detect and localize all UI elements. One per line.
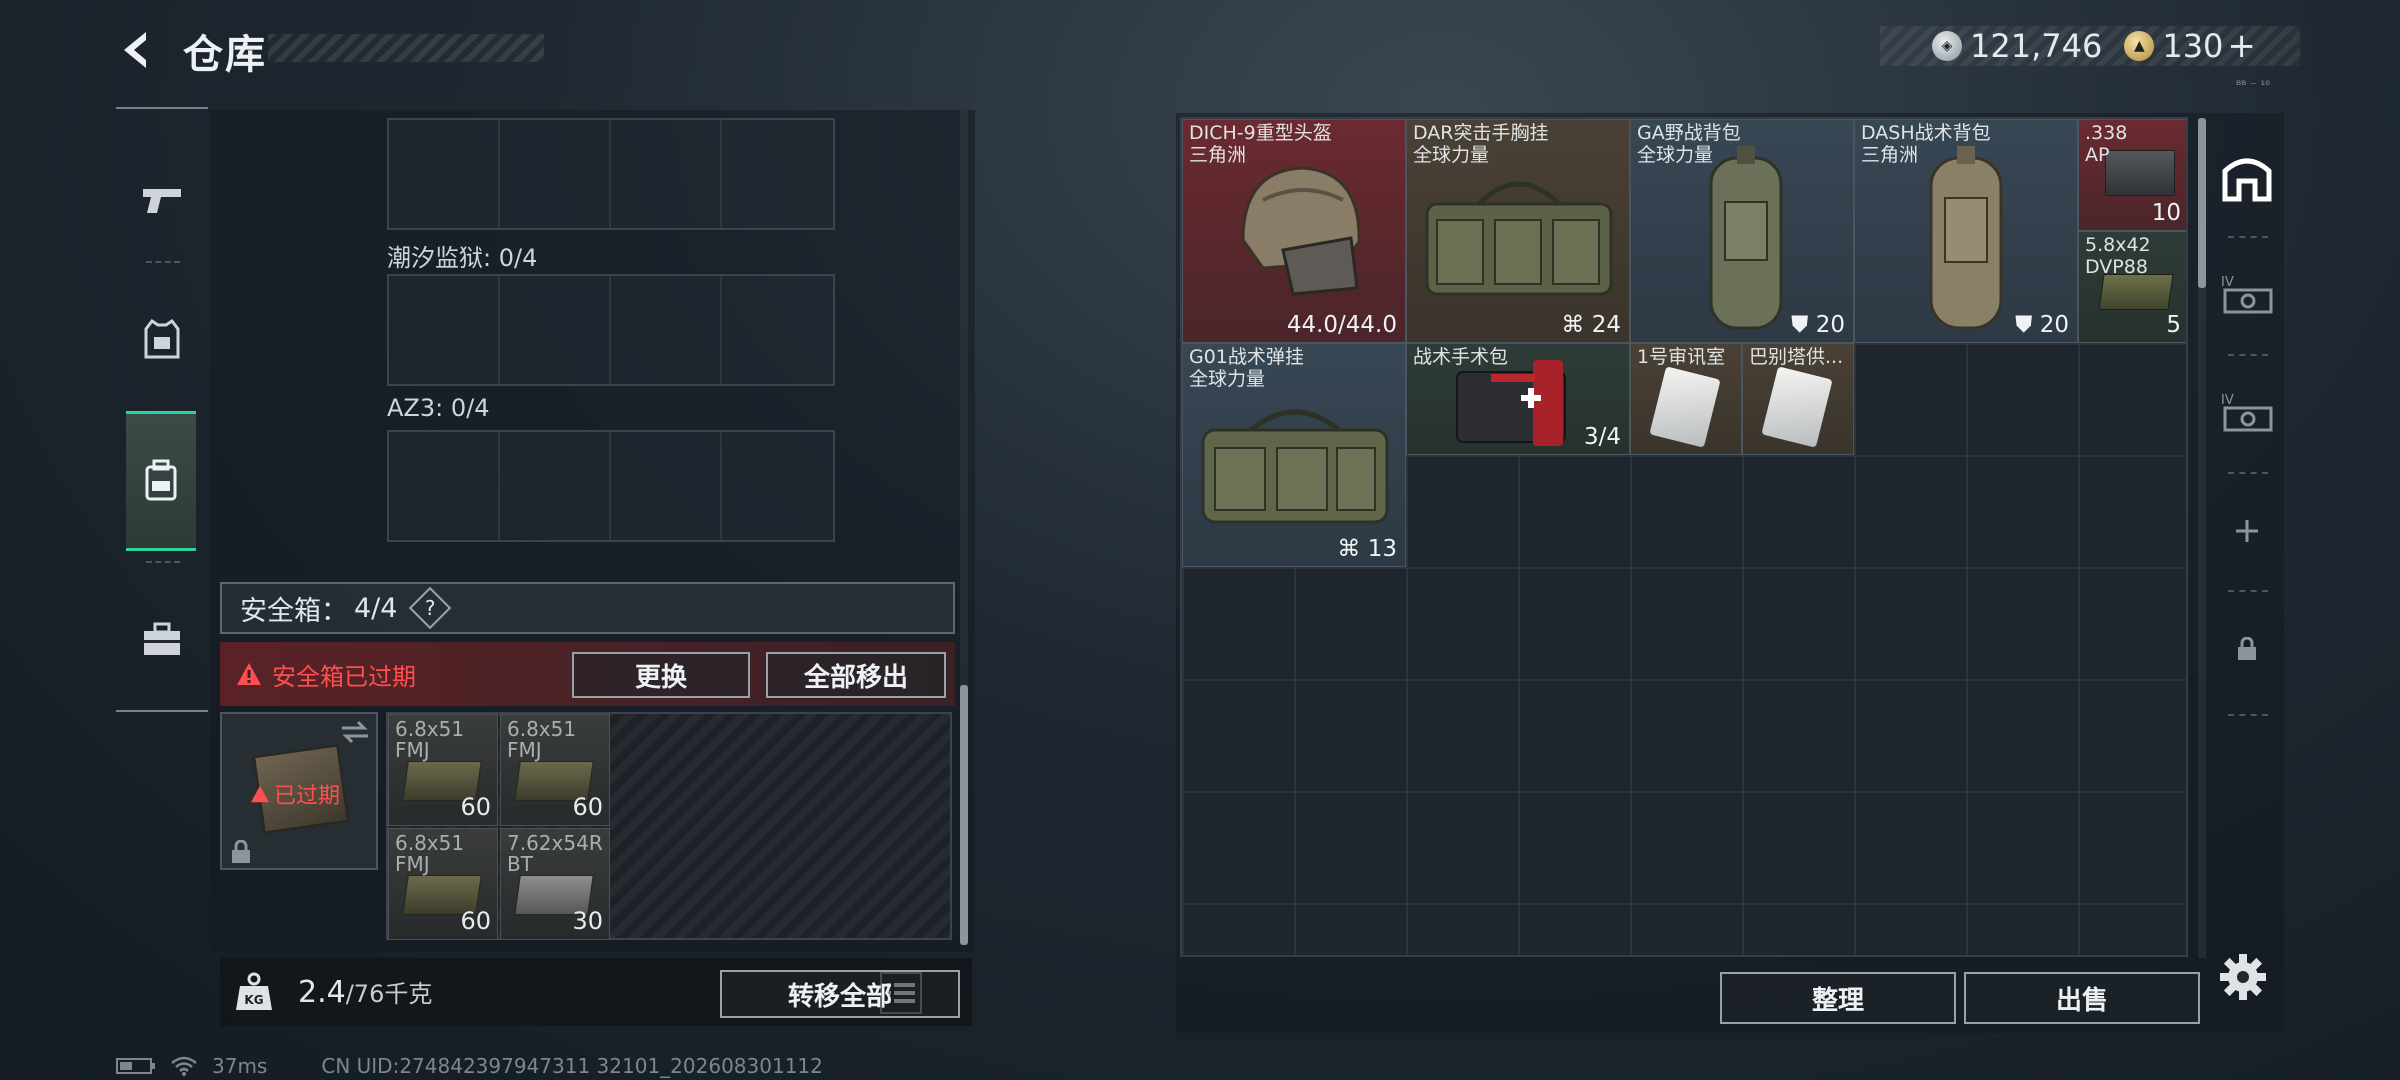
capacity-label: ⛊ 20 <box>1791 312 1845 338</box>
extension-box-icon: IV <box>2221 275 2273 314</box>
settings-button[interactable] <box>2218 952 2268 1002</box>
warehouse-item-tactical-backpack[interactable]: DASH战术背包 三角洲 ⛊ 20 <box>1854 119 2078 343</box>
safebox-grid: 6.8x51 FMJ 60 6.8x51 FMJ 60 6.8x51 FMJ 60 7… <box>386 712 952 940</box>
extension-box-icon: IV <box>2221 393 2273 432</box>
pistol-icon <box>143 189 181 213</box>
currency-bar: ◈ 121,746 ▲ 130 + <box>1880 26 2300 66</box>
warehouse-item-field-backpack[interactable]: GA野战背包 全球力量 ⛊ 20 <box>1630 119 1854 343</box>
warehouse-icon <box>2222 158 2272 202</box>
loadout-scroll-thumb[interactable] <box>960 685 968 945</box>
battery-icon <box>116 1058 155 1074</box>
safebox-count: 4/4 <box>354 592 398 624</box>
warehouse-tabs: IV IV <box>2210 118 2284 718</box>
silver-coin-icon: ◈ <box>1932 31 1962 61</box>
remove-all-button[interactable]: 全部移出 <box>766 652 946 698</box>
back-button[interactable] <box>112 20 162 80</box>
backpack-image <box>1929 146 2003 330</box>
backpack-image <box>1709 146 1783 330</box>
safebox-header: 安全箱： 4/4 ? <box>220 582 955 634</box>
ping-value: 37ms <box>212 1054 268 1078</box>
warehouse-scroll-thumb[interactable] <box>2198 118 2206 288</box>
slot-grid-tidal-prison[interactable] <box>387 274 835 386</box>
toolbox-icon <box>144 622 180 655</box>
side-nav <box>116 107 208 712</box>
ammo-item[interactable]: 6.8x51 FMJ 60 <box>500 714 610 826</box>
backpack-icon <box>145 459 177 501</box>
gear-icon <box>2220 954 2266 1000</box>
transfer-all-button[interactable]: 转移全部 <box>720 970 960 1018</box>
capacity-label: ⛊ 20 <box>2015 312 2069 338</box>
gold-coin-icon: ▲ <box>2124 31 2155 61</box>
warning-icon <box>237 663 261 685</box>
svg-text:IV: IV <box>2221 275 2234 290</box>
weight-bar: KG 2.4/76千克 转移全部 <box>220 958 972 1026</box>
status-line: 37ms CN UID:274842397947311 32101_202608… <box>116 1054 823 1078</box>
sell-button[interactable]: 出售 <box>1964 972 2200 1024</box>
add-currency-button[interactable]: + <box>2227 26 2256 66</box>
replace-button[interactable]: 更换 <box>572 652 750 698</box>
warehouse-item-surgical-kit[interactable]: 战术手术包 3/4 <box>1406 343 1630 455</box>
tab-extension-1[interactable]: IV <box>2210 236 2284 354</box>
page-title: 仓库 <box>183 32 267 78</box>
tab-main-warehouse[interactable] <box>2210 118 2284 236</box>
capacity-label: ⌘ 13 <box>1337 536 1397 562</box>
armor-vest-icon <box>144 318 180 359</box>
title-decoration <box>268 34 544 62</box>
plus-icon <box>2236 520 2258 542</box>
nav-containers[interactable] <box>126 411 196 551</box>
nav-toolbox[interactable] <box>116 569 208 709</box>
svg-text:IV: IV <box>2221 393 2234 408</box>
warehouse-item-ammo-rig[interactable]: G01战术弹挂 全球力量 ⌘ 13 <box>1182 343 1406 567</box>
svg-text:KG: KG <box>244 993 263 1007</box>
safebox-label: 安全箱： <box>240 595 348 627</box>
slot-grid-top[interactable] <box>387 118 835 230</box>
helmet-image <box>1241 166 1361 296</box>
warehouse-item-ammo-58x42[interactable]: 5.8x42 DVP88 5 <box>2078 231 2186 343</box>
chest-rig-image <box>1425 181 1613 296</box>
swap-icon <box>342 720 368 744</box>
weight-kg-icon: KG <box>236 972 272 1010</box>
ammo-item[interactable]: 7.62x54R BT 30 <box>500 828 610 940</box>
section-label-tidal-prison: 潮汐监狱: 0/4 <box>387 244 538 272</box>
lock-icon <box>2238 637 2256 660</box>
warehouse-grid: DICH-9重型头盔 三角洲 44.0/44.0 DAR突击手胸挂 全球力量 ⌘ 2… <box>1180 117 2188 957</box>
version-mark: ᴮᴮ ⁻ ¹⁰ <box>2236 78 2270 92</box>
warehouse-item-keycard-babel[interactable]: 巴别塔供... <box>1742 343 1854 455</box>
warehouse-item-ammo-338[interactable]: .338 AP 10 <box>2078 119 2186 231</box>
sort-button[interactable]: 整理 <box>1720 972 1956 1024</box>
gold-amount: 130 <box>2162 27 2224 65</box>
silver-amount: 121,746 <box>1970 27 2103 65</box>
case-expired-label: 已过期 <box>250 778 340 810</box>
section-label-az3: AZ3: 0/4 <box>387 394 490 422</box>
lock-icon <box>232 840 250 863</box>
warehouse-item-helmet[interactable]: DICH-9重型头盔 三角洲 44.0/44.0 <box>1182 119 1406 343</box>
capacity-label: ⌘ 24 <box>1561 312 1621 338</box>
warehouse-item-chest-rig[interactable]: DAR突击手胸挂 全球力量 ⌘ 24 <box>1406 119 1630 343</box>
tab-add-extension[interactable] <box>2210 472 2284 590</box>
ammo-item[interactable]: 6.8x51 FMJ 60 <box>388 828 498 940</box>
chevron-left-icon <box>124 32 146 68</box>
tab-extension-2[interactable]: IV <box>2210 354 2284 472</box>
warning-icon <box>251 785 269 803</box>
uid-text: CN UID:274842397947311 32101_20260830111… <box>321 1054 823 1078</box>
slot-grid-az3[interactable] <box>387 430 835 542</box>
safebox-case-slot[interactable]: 已过期 <box>220 712 378 870</box>
safebox-expired-text: 安全箱已过期 <box>272 662 416 691</box>
nav-armor[interactable] <box>116 269 208 409</box>
warehouse-item-keycard-interrogation[interactable]: 1号审讯室 <box>1630 343 1742 455</box>
wifi-icon <box>171 1056 197 1076</box>
ammo-item[interactable]: 6.8x51 FMJ 60 <box>388 714 498 826</box>
tab-locked-slot[interactable] <box>2210 590 2284 708</box>
nav-weapons[interactable] <box>116 129 208 269</box>
weight-value: 2.4/76千克 <box>298 975 433 1010</box>
help-icon[interactable]: ? <box>409 586 452 630</box>
chest-rig-image <box>1201 409 1389 524</box>
